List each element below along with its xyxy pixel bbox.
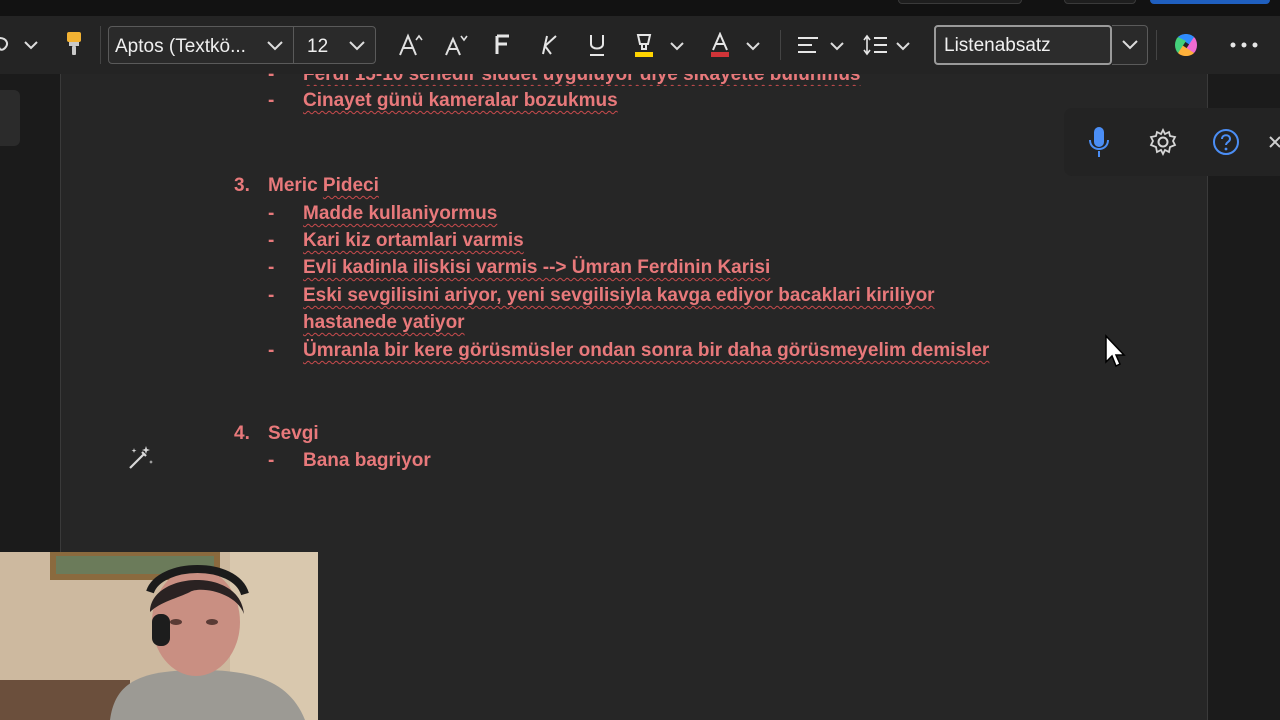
format-painter-icon[interactable] xyxy=(62,30,86,58)
webcam-overlay xyxy=(0,552,318,720)
section-heading[interactable]: Meric Pideci xyxy=(268,175,379,197)
chevron-down-icon[interactable] xyxy=(670,41,684,51)
section-heading[interactable]: Sevgi xyxy=(268,423,319,445)
bullet-dash: - xyxy=(268,257,275,278)
font-size-input[interactable]: 12 xyxy=(307,36,328,58)
dictation-toolbar xyxy=(1064,108,1280,176)
copilot-icon[interactable] xyxy=(1170,30,1202,60)
bullet-dash: - xyxy=(268,450,275,471)
chevron-down-icon[interactable] xyxy=(349,41,365,51)
mouse-cursor-icon xyxy=(1104,334,1128,370)
bullet-dash: - xyxy=(268,340,275,361)
ribbon-toolbar: Aptos (Textkö... 12 Listenabsatz xyxy=(0,16,1280,74)
style-picker[interactable]: Listenabsatz xyxy=(934,25,1112,65)
list-number: 4. xyxy=(234,423,250,444)
bullet-dash: - xyxy=(268,90,275,111)
chevron-down-icon[interactable] xyxy=(830,41,844,51)
divider xyxy=(100,26,101,64)
font-picker[interactable]: Aptos (Textkö... 12 xyxy=(108,26,376,64)
italic-icon[interactable] xyxy=(536,30,562,60)
bullet-dash: - xyxy=(268,285,275,306)
close-icon[interactable] xyxy=(1262,125,1280,159)
divider xyxy=(1156,30,1157,60)
align-icon[interactable] xyxy=(794,32,822,58)
settings-icon[interactable] xyxy=(1146,125,1180,159)
chevron-down-icon[interactable] xyxy=(24,40,38,50)
list-item-text[interactable]: Eski sevgilisini ariyor, yeni sevgilisiy… xyxy=(303,285,935,307)
list-number: 3. xyxy=(234,175,250,196)
bold-icon[interactable] xyxy=(490,30,516,60)
list-item-text[interactable]: Evli kadinla iliskisi varmis --> Ümran F… xyxy=(303,257,770,279)
chevron-down-icon[interactable] xyxy=(267,41,283,51)
heading-text: Pideci xyxy=(322,175,379,196)
share-button[interactable] xyxy=(1150,0,1270,4)
chevron-down-icon[interactable] xyxy=(746,41,760,51)
list-item-text[interactable]: Bana bagriyor xyxy=(303,450,431,472)
help-icon[interactable] xyxy=(1209,125,1243,159)
word-app: Aptos (Textkö... 12 Listenabsatz - Ferdi… xyxy=(0,0,1280,720)
font-name-input[interactable]: Aptos (Textkö... xyxy=(115,36,246,58)
highlight-icon[interactable] xyxy=(630,30,658,60)
list-item-text[interactable]: hastanede yatiyor xyxy=(303,312,465,334)
top-button[interactable] xyxy=(1064,0,1136,4)
title-bar xyxy=(0,0,1280,16)
style-name-input[interactable]: Listenabsatz xyxy=(944,35,1051,57)
chevron-down-icon[interactable] xyxy=(896,41,910,51)
navigation-pane-tab[interactable] xyxy=(0,90,20,146)
lasso-icon[interactable] xyxy=(0,34,14,56)
bullet-dash: - xyxy=(268,203,275,224)
list-item-text[interactable]: Cinayet günü kameralar bozukmus xyxy=(303,90,618,112)
divider xyxy=(293,27,294,63)
grow-font-icon[interactable] xyxy=(396,30,426,60)
style-dropdown-button[interactable] xyxy=(1112,25,1148,65)
bullet-dash: - xyxy=(268,230,275,251)
list-item-text[interactable]: Ümranla bir kere görüsmüsler ondan sonra… xyxy=(303,340,989,362)
heading-text: Meric xyxy=(268,175,323,196)
shrink-font-icon[interactable] xyxy=(442,30,472,60)
line-spacing-icon[interactable] xyxy=(862,32,890,58)
divider xyxy=(780,30,781,60)
list-item-text[interactable]: Madde kullaniyormus xyxy=(303,203,497,225)
bullet-dash: - xyxy=(268,64,275,85)
underline-icon[interactable] xyxy=(584,30,610,60)
top-button[interactable] xyxy=(898,0,1022,4)
microphone-icon[interactable] xyxy=(1082,125,1116,159)
rewrite-icon[interactable] xyxy=(124,442,156,474)
more-icon[interactable] xyxy=(1226,32,1262,58)
chevron-down-icon[interactable] xyxy=(1122,40,1138,50)
font-color-icon[interactable] xyxy=(706,30,734,60)
list-item-text[interactable]: Kari kiz ortamlari varmis xyxy=(303,230,524,252)
